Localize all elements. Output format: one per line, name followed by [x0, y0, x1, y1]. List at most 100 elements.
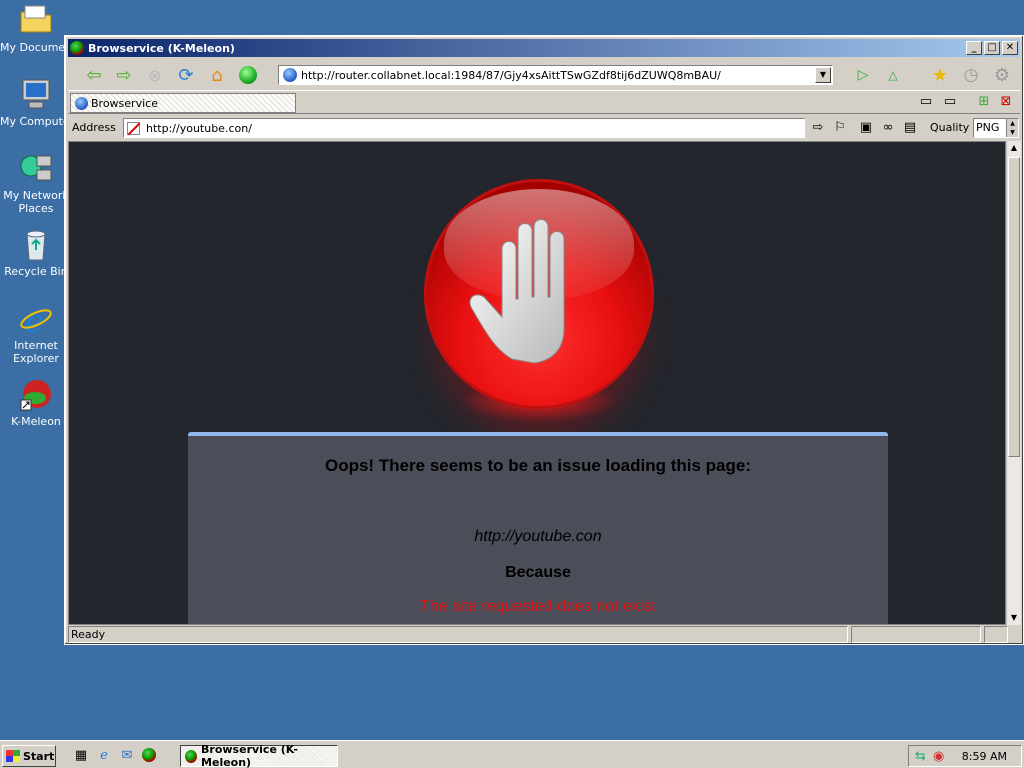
reload-button[interactable]: ⟳ [174, 63, 198, 87]
stop-hand-icon [424, 179, 654, 409]
desktop-icon-recycle-bin[interactable]: Recycle Bin [0, 228, 72, 278]
bookmark-page-button[interactable]: ⚐ [832, 120, 848, 136]
go-web-button[interactable] [236, 63, 260, 87]
save-button[interactable]: ▣ [858, 120, 874, 136]
url-combobox[interactable]: http://router.collabnet.local:1984/87/Gj… [278, 65, 833, 85]
tab-next-button[interactable]: ▭ [942, 94, 958, 110]
desktop-icon-network-places[interactable]: My Network Places [0, 152, 72, 215]
network-tray-icon[interactable]: ⇆ [915, 749, 926, 764]
network-icon [19, 152, 53, 186]
close-icon: ⊠ [1000, 94, 1012, 109]
up-button[interactable]: △ [881, 63, 905, 87]
desktop-icon-label: Recycle Bin [4, 265, 68, 278]
taskbar-button-label: Browservice (K-Meleon) [201, 743, 298, 768]
clipboard-icon: ▤ [903, 120, 917, 135]
system-tray: ⇆ ◉ 8:59 AM [908, 745, 1022, 767]
url-text: http://router.collabnet.local:1984/87/Gj… [301, 68, 721, 82]
status-bar: Ready [68, 626, 1020, 643]
address-input[interactable]: http://youtube.con/ [123, 118, 805, 138]
clipboard-button[interactable]: ▤ [902, 120, 918, 136]
tab-browservice[interactable]: Browservice [70, 93, 296, 113]
start-label: Start [23, 749, 55, 763]
taskbar-button-browservice[interactable]: Browservice (K-Meleon) [180, 743, 338, 768]
stop-icon: ⊗ [148, 65, 162, 85]
minimize-button[interactable]: _ [966, 41, 982, 55]
internet-explorer-icon[interactable]: e [96, 748, 112, 764]
go-button[interactable]: ▷ [851, 63, 875, 87]
desktop-icon-internet-explorer[interactable]: e Internet Explorer [0, 302, 72, 365]
page-viewport[interactable]: Oops! There seems to be an issue loading… [68, 141, 1006, 625]
address-bar: Address http://youtube.con/ ⇨ ⚐ ▣ ∞ ▤ Qu… [68, 116, 1020, 140]
because-label: Because [505, 564, 571, 581]
internet-explorer-icon: e [19, 302, 53, 340]
stop-button[interactable]: ⊗ [143, 63, 167, 87]
plus-icon: ⊞ [978, 94, 990, 109]
address-value: http://youtube.con/ [146, 121, 252, 135]
find-button[interactable]: ∞ [880, 120, 896, 136]
computer-icon [19, 78, 53, 112]
failed-url: http://youtube.con [474, 528, 602, 545]
history-button[interactable]: ◷ [959, 63, 983, 87]
tab-prev-button[interactable]: ▭ [918, 94, 934, 110]
settings-button[interactable]: ⚙ [990, 63, 1014, 87]
tab-bar: Browservice ▭ ▭ ⊞ ⊠ [68, 92, 1020, 114]
binoculars-icon: ∞ [882, 120, 894, 135]
navigation-toolbar: ⇦ ⇨ ⊗ ⟳ ⌂ http://router.collabnet.local:… [68, 59, 1020, 91]
progress-cell [851, 626, 981, 643]
desktop-icon-my-documents[interactable]: My Documents [0, 4, 83, 54]
maximize-button[interactable]: □ [984, 41, 1000, 55]
back-button[interactable]: ⇦ [82, 63, 106, 87]
quality-select[interactable]: PNG ▲ ▼ [973, 118, 1019, 138]
scroll-up-icon[interactable]: ▲ [1007, 141, 1021, 155]
error-panel: Oops! There seems to be an issue loading… [188, 432, 888, 624]
folder-icon [19, 4, 53, 38]
start-button[interactable]: Start [2, 745, 56, 767]
window-icon: ▭ [943, 94, 957, 109]
quality-value: PNG [976, 121, 1000, 134]
close-tab-button[interactable]: ⊠ [998, 94, 1014, 110]
k-meleon-icon [70, 41, 84, 55]
reload-icon: ⟳ [178, 64, 194, 86]
desktop-icon-label: Internet Explorer [13, 339, 59, 365]
browser-window: Browservice (K-Meleon) _ □ ✕ ⇦ ⇨ ⊗ ⟳ ⌂ h… [64, 35, 1024, 645]
forward-button[interactable]: ⇨ [112, 63, 136, 87]
desktop-icon-label: K-Meleon [11, 415, 61, 428]
desktop-icon-k-meleon[interactable]: K-Meleon [0, 378, 72, 428]
svg-text:e: e [25, 302, 44, 336]
chevron-down-icon[interactable]: ▼ [815, 67, 831, 83]
window-title: Browservice (K-Meleon) [88, 41, 235, 55]
broken-page-icon [127, 121, 140, 135]
desktop-icon-my-computer[interactable]: My Computer [0, 78, 74, 128]
floppy-icon: ▣ [859, 120, 873, 135]
show-desktop-icon[interactable]: ▦ [73, 748, 89, 764]
bookmarks-button[interactable]: ★ [928, 63, 952, 87]
arrow-left-icon: ⇦ [86, 64, 102, 86]
vertical-scrollbar[interactable]: ▲ ▼ [1006, 141, 1021, 625]
taskbar: Start ▦ e ✉ Browservice (K-Meleon) ⇆ ◉ 8… [0, 740, 1024, 768]
globe-icon [75, 96, 88, 110]
clock-icon: ◷ [963, 65, 979, 85]
k-meleon-icon [19, 378, 53, 412]
scroll-down-icon[interactable]: ▼ [1007, 611, 1021, 625]
error-reason: The site requested does not exist [420, 598, 656, 615]
new-tab-button[interactable]: ⊞ [976, 94, 992, 110]
tab-label: Browservice [91, 96, 158, 110]
go-arrow-button[interactable]: ⇨ [810, 120, 826, 136]
close-button[interactable]: ✕ [1002, 41, 1018, 55]
scrollbar-thumb[interactable] [1008, 157, 1020, 457]
desktop-icon-label: My Documents [0, 41, 83, 54]
triangle-up-icon: △ [888, 68, 898, 82]
volume-tray-icon[interactable]: ◉ [933, 749, 944, 764]
star-icon: ★ [931, 64, 949, 86]
arrow-right-icon: ⇨ [812, 120, 824, 135]
spinner-icon[interactable]: ▲ ▼ [1006, 119, 1018, 137]
gear-icon: ⚙ [993, 64, 1011, 86]
home-button[interactable]: ⌂ [205, 63, 229, 87]
title-bar[interactable]: Browservice (K-Meleon) _ □ ✕ [68, 39, 1020, 57]
k-meleon-icon[interactable] [142, 748, 158, 764]
clock[interactable]: 8:59 AM [962, 750, 1007, 763]
status-text: Ready [68, 626, 848, 643]
error-heading: Oops! There seems to be an issue loading… [324, 456, 752, 475]
printer-icon [984, 626, 1008, 643]
outlook-express-icon[interactable]: ✉ [119, 748, 135, 764]
